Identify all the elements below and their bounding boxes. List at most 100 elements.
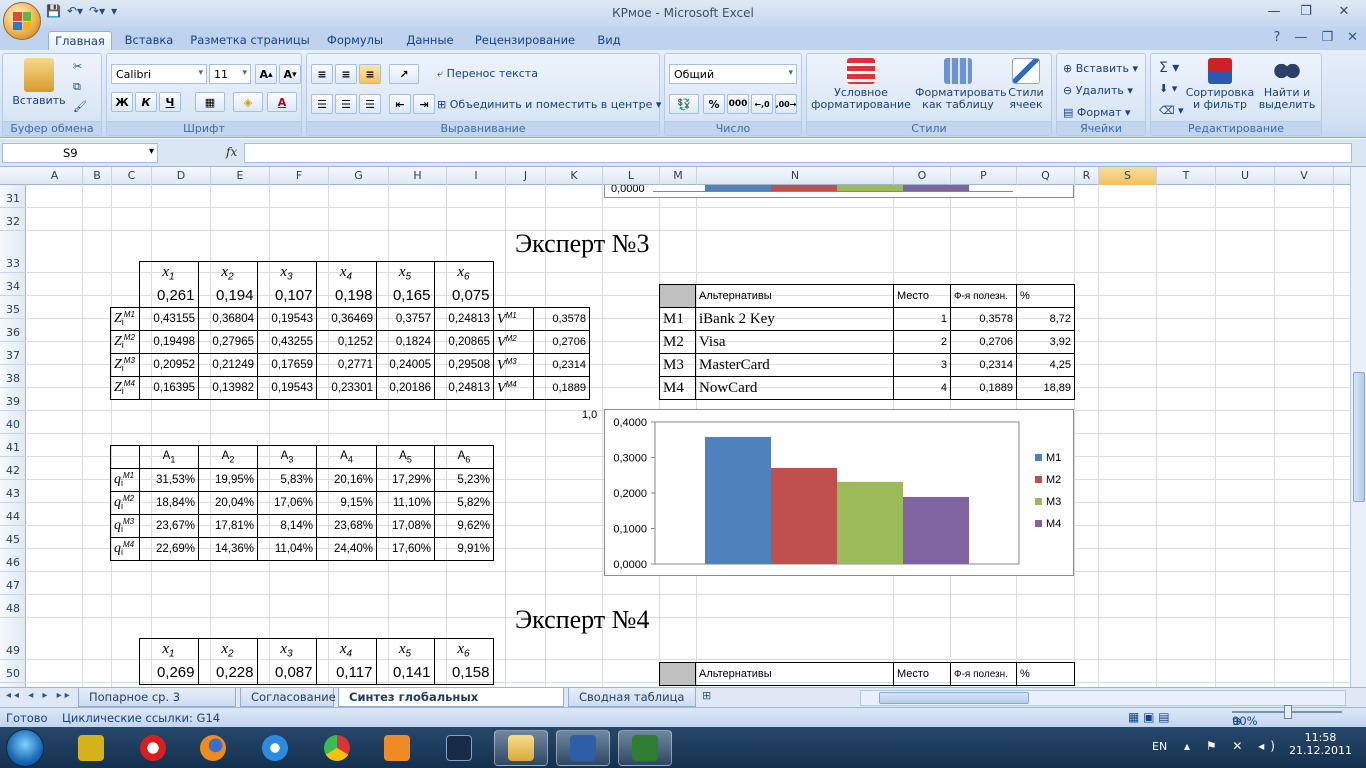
criterion-header[interactable]: x5 — [375, 638, 435, 662]
tab-page-layout[interactable]: Разметка страницы — [190, 31, 310, 50]
column-header-h[interactable]: H — [389, 167, 447, 185]
column-header-d[interactable]: D — [152, 167, 211, 185]
q-value[interactable]: 9,91% — [434, 537, 494, 561]
column-header-m[interactable]: M — [660, 167, 697, 185]
z-value[interactable]: 0,2771 — [316, 353, 377, 377]
q-corner[interactable] — [110, 445, 140, 469]
v-label[interactable]: VM3 — [493, 353, 534, 377]
merge-center-button[interactable]: ⊞ Объединить и поместить в центре ▾ — [437, 98, 661, 111]
currency-icon[interactable]: 💱 — [669, 94, 699, 114]
z-value[interactable]: 0,20952 — [139, 353, 199, 377]
office-button[interactable] — [3, 2, 41, 40]
alt-corner[interactable] — [659, 662, 696, 686]
row-header-39[interactable]: 39 — [0, 388, 26, 411]
horizontal-scroll-thumb[interactable] — [879, 692, 1029, 704]
tab-data[interactable]: Данные — [400, 31, 460, 50]
autosum-icon[interactable]: Σ ▾ — [1159, 60, 1179, 76]
cut-icon[interactable]: ✂ — [73, 60, 82, 73]
q-value[interactable]: 18,84% — [139, 491, 199, 515]
taskbar-excel[interactable] — [618, 730, 672, 766]
sheet-nav-icons[interactable]: ◂◂ ◂ ▸ ▸▸ — [6, 690, 73, 701]
sheet-tab-4[interactable]: Сводная таблица — [568, 688, 696, 707]
horizontal-scrollbar[interactable] — [860, 690, 1346, 706]
q-value[interactable]: 8,14% — [257, 514, 317, 538]
name-box[interactable]: S9 — [2, 143, 158, 163]
fill-icon[interactable]: ⬇ ▾ — [1159, 82, 1177, 95]
column-header-r[interactable]: R — [1075, 167, 1099, 185]
column-header-k[interactable]: K — [546, 167, 603, 185]
align-top-icon[interactable]: ≡ — [311, 64, 333, 84]
taskbar-opera[interactable] — [126, 730, 180, 766]
row-header-36[interactable]: 36 — [0, 319, 26, 342]
zoom-slider[interactable] — [1232, 705, 1342, 719]
alternatives-header[interactable]: Альтернативы — [695, 662, 894, 686]
z-value[interactable]: 0,43255 — [257, 330, 317, 354]
column-header-n[interactable]: N — [697, 167, 894, 185]
alt-rank[interactable]: 2 — [893, 330, 951, 354]
taskbar-media[interactable] — [370, 730, 424, 766]
row-header-50[interactable]: 50 — [0, 660, 26, 683]
q-value[interactable]: 5,83% — [257, 468, 317, 492]
z-value[interactable]: 0,43155 — [139, 307, 199, 331]
criterion-weight[interactable]: 0,075 — [433, 284, 494, 308]
alt-code[interactable]: M1 — [659, 307, 696, 331]
z-value[interactable]: 0,16395 — [139, 376, 199, 400]
column-header-a[interactable]: A — [27, 167, 83, 185]
v-label[interactable]: VM4 — [493, 376, 534, 400]
row-header-48[interactable]: 48 — [0, 595, 26, 618]
v-label[interactable]: VM1 — [493, 307, 534, 331]
q-value[interactable]: 9,62% — [434, 514, 494, 538]
column-header-c[interactable]: C — [112, 167, 152, 185]
taskbar-chrome[interactable] — [310, 730, 364, 766]
alt-rank[interactable]: 1 — [893, 307, 951, 331]
column-header-q[interactable]: Q — [1017, 167, 1075, 185]
find-select-button[interactable]: Найти и выделить — [1255, 58, 1319, 111]
grow-font-icon[interactable]: A ▴ — [255, 64, 277, 84]
alternatives-header[interactable]: Ф-я полезн. — [950, 284, 1017, 308]
z-value[interactable]: 0,20865 — [434, 330, 494, 354]
restore-button[interactable]: ❐ — [1290, 0, 1322, 22]
alternatives-header[interactable]: % — [1016, 284, 1075, 308]
v-value[interactable]: 0,2314 — [533, 353, 590, 377]
q-value[interactable]: 17,60% — [376, 537, 435, 561]
criterion-header[interactable]: x4 — [315, 638, 377, 662]
v-value[interactable]: 0,3578 — [533, 307, 590, 331]
insert-function-button[interactable]: fx — [226, 145, 237, 159]
criterion-weight[interactable]: 0,198 — [315, 284, 377, 308]
q-value[interactable]: 19,95% — [198, 468, 258, 492]
q-value[interactable]: 22,69% — [139, 537, 199, 561]
z-label[interactable]: ZiM2 — [110, 330, 140, 354]
q-value[interactable]: 20,04% — [198, 491, 258, 515]
alt-percent[interactable]: 4,25 — [1016, 353, 1075, 377]
decrease-indent-icon[interactable]: ⇤ — [389, 94, 411, 114]
criterion-header[interactable]: x3 — [256, 638, 317, 662]
alternatives-header[interactable]: Ф-я полезн. — [950, 662, 1017, 686]
criterion-header[interactable]: x1 — [138, 261, 199, 285]
q-header[interactable]: A2 — [198, 445, 258, 469]
z-value[interactable]: 0,19498 — [139, 330, 199, 354]
font-name-select[interactable]: Calibri — [111, 64, 207, 84]
v-value[interactable]: 0,2706 — [533, 330, 590, 354]
z-value[interactable]: 0,19543 — [257, 307, 317, 331]
ribbon-close-icon[interactable]: ✕ — [1347, 30, 1358, 45]
column-header-v[interactable]: V — [1275, 167, 1334, 185]
orientation-icon[interactable]: ↗ — [389, 64, 419, 84]
criterion-weight[interactable]: 0,117 — [315, 661, 377, 685]
borders-icon[interactable]: ▦ — [195, 92, 225, 112]
row-header-38[interactable]: 38 — [0, 365, 26, 388]
row-header-46[interactable]: 46 — [0, 549, 26, 572]
alt-utility[interactable]: 0,2706 — [950, 330, 1017, 354]
criterion-weight[interactable]: 0,261 — [138, 284, 199, 308]
alt-percent[interactable]: 3,92 — [1016, 330, 1075, 354]
v-label[interactable]: VM2 — [493, 330, 534, 354]
column-header-j[interactable]: J — [506, 167, 546, 185]
format-as-table-button[interactable]: Форматировать как таблицу — [915, 58, 1007, 111]
corner-cell[interactable] — [110, 261, 140, 285]
z-value[interactable]: 0,36804 — [198, 307, 258, 331]
criterion-weight[interactable]: 0,087 — [256, 661, 317, 685]
column-header-f[interactable]: F — [270, 167, 329, 185]
z-value[interactable]: 0,17659 — [257, 353, 317, 377]
row-header-32[interactable]: 32 — [0, 208, 26, 231]
column-header-g[interactable]: G — [329, 167, 389, 185]
sort-filter-button[interactable]: Сортировка и фильтр — [1185, 58, 1255, 111]
